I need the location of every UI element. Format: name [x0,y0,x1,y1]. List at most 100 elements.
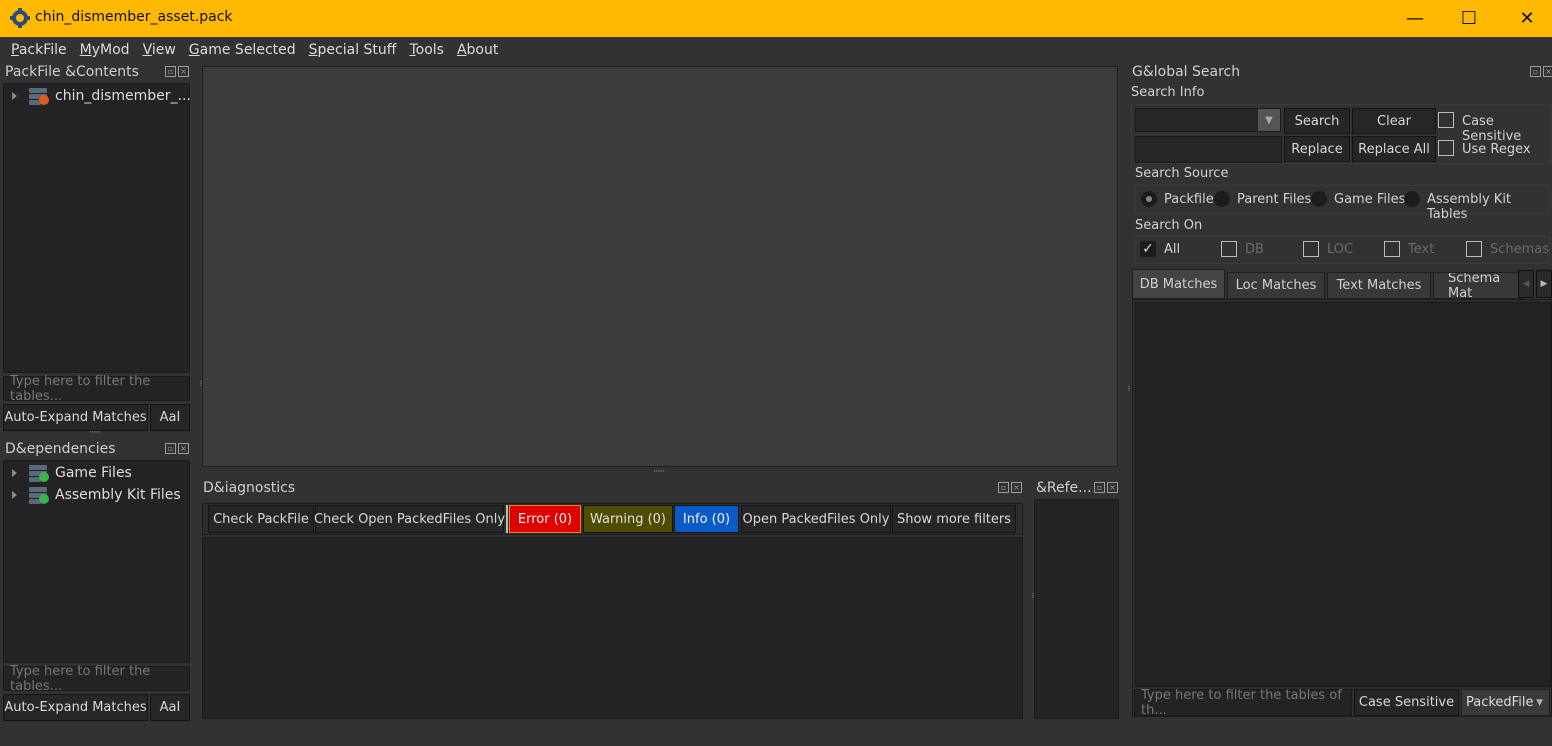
case-sensitive-checkbox[interactable] [1438,112,1454,128]
tree-item-game-files[interactable]: Game Files [12,463,132,483]
packfile-contents-title: PackFile &Contents [5,64,139,80]
menu-game-selected[interactable]: Game Selected [189,42,296,58]
maximize-button[interactable]: ☐ [1440,0,1498,37]
case-sensitive-label: Case Sensitive [1462,114,1522,144]
replace-input[interactable] [1135,136,1282,163]
tab-scroll-right-icon[interactable]: ▶ [1536,270,1552,298]
packfile-tree[interactable]: chin_dismember_... [3,83,191,373]
check-open-packedfiles-button[interactable]: Check Open PackedFiles Only [314,505,505,533]
search-on-schemas-label: Schemas [1490,242,1550,257]
search-on-label: Search On [1135,218,1203,233]
tree-item-packfile[interactable]: chin_dismember_... [12,86,191,106]
tab-schema-matches[interactable]: Schema Mat [1433,272,1523,299]
database-lock-icon [29,486,49,504]
replace-all-button[interactable]: Replace All [1352,136,1436,162]
close-dock-icon[interactable]: × [1543,66,1552,77]
close-dock-icon[interactable]: × [178,66,189,77]
source-game-files-radio[interactable] [1311,191,1327,207]
matches-scope-select[interactable]: PackedFile ▼ [1461,689,1550,716]
packfile-filter-input[interactable]: Type here to filter the tables... [3,374,190,404]
packfile-icon [29,87,49,105]
float-icon[interactable]: ▫ [998,482,1009,493]
dependencies-auto-expand-button[interactable]: Auto-Expand Matches [3,694,148,721]
search-info-label: Search Info [1131,85,1205,100]
float-icon[interactable]: ▫ [165,443,176,454]
tree-item-label: Assembly Kit Files [55,487,181,503]
error-filter-button[interactable]: Error (0) [509,505,581,533]
close-button[interactable]: ✕ [1498,0,1552,37]
float-icon[interactable]: ▫ [165,66,176,77]
global-search-dock-buttons: ▫ × [1530,66,1552,77]
warning-filter-button[interactable]: Warning (0) [583,505,673,533]
dependencies-tree[interactable]: Game Files Assembly Kit Files [3,460,190,663]
editor-area[interactable] [202,66,1118,467]
menu-mymod[interactable]: MyMod [80,42,130,58]
source-assembly-kit-radio[interactable] [1404,191,1420,207]
dependencies-title: D&ependencies [5,441,116,457]
search-button[interactable]: Search [1284,108,1350,134]
diagnostics-table[interactable] [202,537,1023,719]
tree-item-label: chin_dismember_... [55,88,191,104]
dependencies-case-toggle[interactable]: AaI [150,694,190,721]
search-on-db-checkbox[interactable] [1221,241,1237,257]
search-on-text-checkbox[interactable] [1384,241,1400,257]
tab-text-matches[interactable]: Text Matches [1327,272,1431,299]
search-on-text-label: Text [1408,242,1435,257]
close-dock-icon[interactable]: × [1107,482,1118,493]
expand-icon[interactable] [12,92,17,100]
expand-icon[interactable] [12,469,17,477]
info-filter-button[interactable]: Info (0) [674,505,739,533]
source-packfile-label: Packfile [1164,192,1214,207]
app-icon [10,8,30,28]
case-sensitive-toggle[interactable]: AaI [150,404,190,431]
database-lock-icon [29,464,49,482]
close-icon: ✕ [1519,8,1535,29]
expand-icon[interactable] [12,491,17,499]
tree-item-label: Game Files [55,465,132,481]
diagnostics-title: D&iagnostics [203,480,296,496]
center-splitter-handle[interactable]: ······ [653,467,665,477]
db-matches-table[interactable] [1135,302,1551,687]
global-search-title: G&lobal Search [1132,64,1241,80]
check-packfile-button[interactable]: Check PackFile [208,505,314,533]
tab-loc-matches[interactable]: Loc Matches [1227,272,1325,299]
search-on-all-checkbox[interactable]: ✓ [1140,241,1156,257]
maximize-icon: ☐ [1460,8,1478,29]
references-dock-buttons: ▫ × [1094,482,1118,493]
matches-filter-input[interactable]: Type here to filter the tables of th... [1134,688,1352,718]
menu-view[interactable]: View [143,42,176,58]
tab-db-matches[interactable]: DB Matches [1132,269,1225,299]
scope-value: PackedFile [1466,695,1534,710]
search-on-schemas-checkbox[interactable] [1466,241,1482,257]
close-dock-icon[interactable]: × [1011,482,1022,493]
float-icon[interactable]: ▫ [1094,482,1105,493]
source-parent-files-radio[interactable] [1214,191,1230,207]
close-dock-icon[interactable]: × [178,443,189,454]
references-panel[interactable] [1034,499,1119,719]
chevron-down-icon[interactable]: ▼ [1258,109,1280,131]
replace-button[interactable]: Replace [1284,136,1350,162]
matches-case-sensitive-button[interactable]: Case Sensitive [1354,689,1459,716]
tree-item-assembly-kit-files[interactable]: Assembly Kit Files [12,485,181,505]
auto-expand-matches-button[interactable]: Auto-Expand Matches [3,404,148,431]
menu-packfile[interactable]: PackFile [11,42,67,58]
menu-about[interactable]: About [457,42,498,58]
float-icon[interactable]: ▫ [1530,66,1541,77]
minimize-button[interactable]: — [1386,0,1444,37]
dependencies-filter-input[interactable]: Type here to filter the tables... [3,664,190,694]
clear-button[interactable]: Clear [1352,108,1436,134]
menu-tools[interactable]: Tools [409,42,444,58]
toolbar-separator [506,505,508,533]
show-more-filters-button[interactable]: Show more filters [892,505,1016,533]
search-on-all-label: All [1164,242,1181,257]
tab-scroll-left-icon[interactable]: ◀ [1518,270,1534,298]
use-regex-checkbox[interactable] [1438,140,1454,156]
menu-bar: PackFile MyMod View Game Selected Specia… [0,37,1552,63]
menu-special-stuff[interactable]: Special Stuff [309,42,397,58]
splitter-handle[interactable]: ······ [89,428,101,438]
search-on-loc-checkbox[interactable] [1303,241,1319,257]
source-packfile-radio[interactable] [1141,191,1157,207]
source-assembly-kit-label: Assembly Kit Tables [1427,192,1512,222]
references-title: &Refe... [1036,480,1092,496]
open-packedfiles-only-button[interactable]: Open PackedFiles Only [741,505,891,533]
